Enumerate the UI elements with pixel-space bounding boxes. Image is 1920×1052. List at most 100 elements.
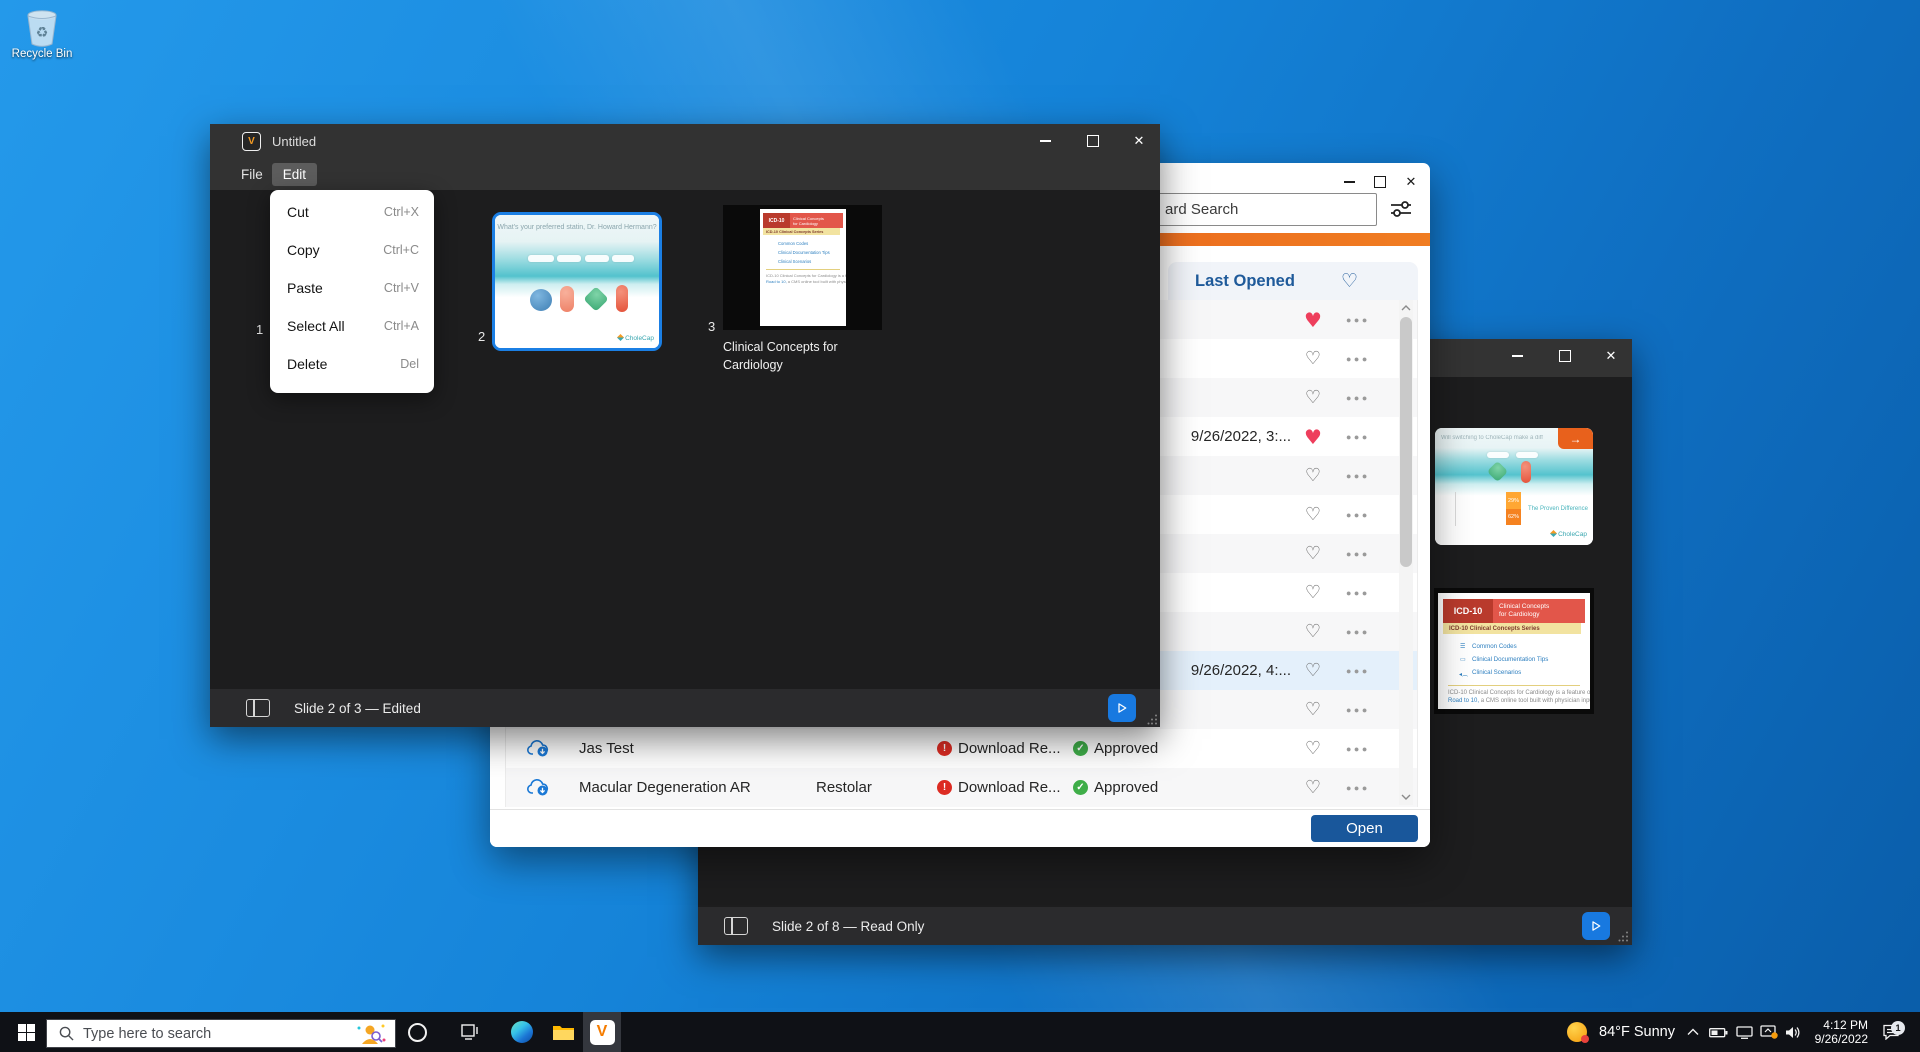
sidebar-toggle-icon[interactable] [724,917,748,935]
favorite-heart[interactable]: ♥ [1301,417,1325,456]
sidebar-toggle-icon[interactable] [246,699,270,717]
row-more-button[interactable]: ●●● [1346,495,1370,534]
slide2-background [495,215,659,348]
cortana-button[interactable] [403,1012,431,1052]
icd-badge: ICD-10 [763,213,790,228]
favorite-heart[interactable]: ♡ [1301,768,1325,807]
slide2-thumbnail-selected[interactable]: What's your preferred statin, Dr. Howard… [492,212,662,351]
app-v-icon: V [590,1020,615,1045]
row-more-button[interactable]: ●●● [1346,690,1370,729]
favorite-heart[interactable]: ♡ [1301,612,1325,651]
close-icon: ✕ [1406,176,1417,189]
favorite-heart[interactable]: ♡ [1301,339,1325,378]
menu-item-delete[interactable]: DeleteDel [270,345,434,383]
last-opened-header[interactable]: Last Opened [1195,272,1295,291]
row-more-button[interactable]: ●●● [1346,573,1370,612]
row-more-button[interactable]: ●●● [1346,651,1370,690]
open-button[interactable]: Open [1311,815,1418,842]
menu-item-paste[interactable]: PasteCtrl+V [270,269,434,307]
favorite-column-icon[interactable]: ♡ [1341,272,1358,291]
last-opened-date: 9/26/2022, 3:... [1146,417,1291,456]
minimize-icon [1344,181,1355,183]
favorite-heart[interactable]: ♡ [1301,651,1325,690]
icd-header-line2: for Cardiology [1499,611,1585,619]
pill-label-chip [585,255,609,262]
network-icon[interactable] [1732,1012,1756,1052]
table-row[interactable]: Macular Degeneration ARRestolar!Download… [506,768,1417,807]
slide-number-3: 3 [708,319,715,334]
favorite-heart[interactable]: ♡ [1301,690,1325,729]
slideA-arrow-badge[interactable]: → [1558,428,1593,449]
scroll-up-icon[interactable] [1400,303,1412,313]
resize-grip[interactable] [1618,931,1629,942]
row-more-button[interactable]: ●●● [1346,729,1370,768]
weather-text[interactable]: 84°F Sunny [1596,1012,1678,1052]
win2-play-button[interactable] [1582,912,1610,940]
row-more-button[interactable]: ●●● [1346,300,1370,339]
clock[interactable]: 4:12 PM 9/26/2022 [1806,1012,1868,1052]
menu-item-copy[interactable]: CopyCtrl+C [270,231,434,269]
document-name: Jas Test [579,729,634,768]
blue-pill [530,289,552,311]
start-button[interactable] [9,1012,43,1052]
slideA-tagline: The Proven Difference [1528,506,1588,512]
maximize-icon [1374,176,1386,188]
task-view-button[interactable] [454,1012,486,1052]
win2-slide-thumbnail-icd10[interactable]: ICD-10 Clinical Concepts for Cardiology … [1434,588,1594,714]
dialog-footer: Open [490,809,1430,847]
tray-expand-button[interactable] [1682,1012,1704,1052]
dialog-close-button[interactable]: ✕ [1392,167,1430,197]
favorite-heart[interactable]: ♡ [1301,456,1325,495]
row-more-button[interactable]: ●●● [1346,768,1370,807]
menu-item-select-all[interactable]: Select AllCtrl+A [270,307,434,345]
scrollbar[interactable] [1399,300,1413,805]
favorite-heart[interactable]: ♡ [1301,378,1325,417]
win2-close-button[interactable]: ✕ [1592,339,1630,373]
red-capsule-pill [1521,461,1531,483]
row-more-button[interactable]: ●●● [1346,417,1370,456]
weather-icon[interactable] [1560,1012,1594,1052]
slide3-thumbnail[interactable]: ICD-10 Clinical Conceptsfor Cardiology I… [723,205,882,330]
slideA-chart-axis [1455,492,1502,526]
favorite-heart[interactable]: ♡ [1301,534,1325,573]
scroll-down-icon[interactable] [1400,792,1412,802]
win2-maximize-button[interactable] [1546,339,1584,373]
file-explorer-button[interactable] [548,1012,578,1052]
row-more-button[interactable]: ●●● [1346,339,1370,378]
screen-share-icon[interactable] [1757,1012,1781,1052]
row-more-button[interactable]: ●●● [1346,534,1370,573]
win1-play-button[interactable] [1108,694,1136,722]
menu-item-cut[interactable]: CutCtrl+X [270,193,434,231]
win1-minimize-button[interactable] [1026,124,1064,158]
recycle-bin[interactable]: ♻ Recycle Bin [10,8,74,60]
win1-maximize-button[interactable] [1074,124,1112,158]
win2-minimize-button[interactable] [1498,339,1536,373]
row-more-button[interactable]: ●●● [1346,456,1370,495]
favorite-heart[interactable]: ♡ [1301,573,1325,612]
menu-file[interactable]: File [232,163,272,186]
volume-icon[interactable] [1781,1012,1805,1052]
favorite-heart[interactable]: ♡ [1301,729,1325,768]
pill-label-chip [528,255,554,262]
edge-button[interactable] [506,1012,538,1052]
win1-close-button[interactable]: ✕ [1120,124,1158,158]
filter-icon[interactable] [1388,196,1416,224]
scrollbar-thumb[interactable] [1400,317,1412,567]
search-highlights-icon[interactable] [355,1022,387,1046]
menu-edit[interactable]: Edit [272,163,317,186]
document-icon: ▭ [1460,656,1466,663]
battery-icon[interactable] [1706,1012,1730,1052]
active-app-button[interactable]: V [583,1012,621,1052]
play-icon [1587,917,1605,935]
favorite-heart[interactable]: ♡ [1301,495,1325,534]
taskbar-search[interactable]: Type here to search [46,1019,396,1048]
row-more-button[interactable]: ●●● [1346,612,1370,651]
table-row[interactable]: Jas Test!Download Re...✓Approved♡●●● [506,729,1417,768]
win1-titlebar[interactable]: V Untitled ✕ [210,124,1160,158]
action-center-button[interactable]: 1 [1874,1012,1908,1052]
table-header: Last Opened ♡ [1168,262,1418,300]
favorite-heart[interactable]: ♥ [1301,300,1325,339]
row-more-button[interactable]: ●●● [1346,378,1370,417]
windows-logo-icon [18,1024,35,1041]
resize-grip[interactable] [1147,714,1158,725]
